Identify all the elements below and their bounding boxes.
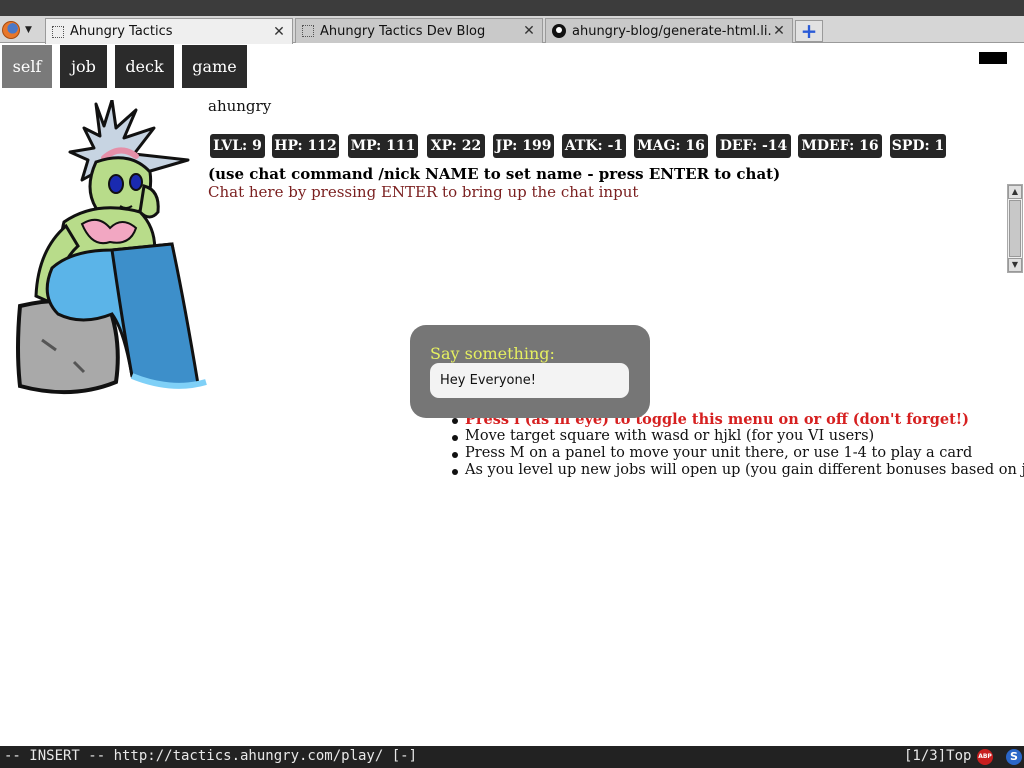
- status-mode-url: -- INSERT -- http://tactics.ahungry.com/…: [4, 748, 418, 764]
- tab-title: Ahungry Tactics: [70, 24, 173, 39]
- blank-page-icon: [52, 25, 64, 38]
- status-position: [1/3]Top: [904, 748, 972, 764]
- nav-deck-button[interactable]: deck: [115, 45, 174, 88]
- stat-badge: MAG: 16: [634, 134, 708, 158]
- browser-tab-github[interactable]: ahungry-blog/generate-html.li... ✕: [545, 18, 793, 43]
- chat-hint: (use chat command /nick NAME to set name…: [208, 165, 781, 183]
- tab-title: ahungry-blog/generate-html.li...: [572, 23, 772, 39]
- browser-tab-bar: ▼ Ahungry Tactics ✕ Ahungry Tactics Dev …: [0, 16, 1024, 44]
- stat-badge: DEF: -14: [716, 134, 791, 158]
- firefox-logo-icon: [2, 20, 20, 39]
- chat-scrollbar[interactable]: ▲ ▼: [1007, 184, 1023, 273]
- firefox-menu-button[interactable]: ▼: [2, 19, 40, 40]
- stat-badge: SPD: 1: [890, 134, 946, 158]
- stat-badge: LVL: 9: [210, 134, 265, 158]
- menu-arrow-icon: ▼: [25, 24, 32, 35]
- stat-badge: HP: 112: [272, 134, 339, 158]
- extension-s-icon[interactable]: S: [1006, 749, 1022, 765]
- help-tips-list: Press i (as in eye) to toggle this menu …: [452, 411, 1024, 479]
- browser-tab-dev-blog[interactable]: Ahungry Tactics Dev Blog ✕: [295, 18, 543, 43]
- stat-badge: XP: 22: [427, 134, 485, 158]
- scroll-up-icon[interactable]: ▲: [1008, 185, 1022, 199]
- list-item: Move target square with wasd or hjkl (fo…: [452, 428, 1024, 445]
- nav-game-button[interactable]: game: [182, 45, 247, 88]
- stat-badge: MP: 111: [348, 134, 418, 158]
- window-title-strip: [0, 0, 1024, 16]
- browser-tab-ahungry-tactics[interactable]: Ahungry Tactics ✕: [45, 18, 293, 44]
- tab-close-icon[interactable]: ✕: [522, 24, 536, 38]
- chat-input[interactable]: [430, 363, 629, 398]
- status-bar: -- INSERT -- http://tactics.ahungry.com/…: [0, 746, 1024, 768]
- scroll-down-icon[interactable]: ▼: [1008, 258, 1022, 272]
- chat-log-prompt: Chat here by pressing ENTER to bring up …: [208, 183, 639, 201]
- say-label: Say something:: [430, 344, 555, 363]
- say-something-dialog: Say something:: [410, 325, 650, 418]
- nav-self-button[interactable]: self: [2, 45, 52, 88]
- tab-title: Ahungry Tactics Dev Blog: [320, 23, 486, 39]
- tab-close-icon[interactable]: ✕: [772, 24, 786, 38]
- scroll-thumb[interactable]: [1009, 200, 1021, 257]
- stat-badge: JP: 199: [493, 134, 554, 158]
- tab-close-icon[interactable]: ✕: [272, 25, 286, 39]
- github-icon: [552, 24, 566, 38]
- new-tab-button[interactable]: +: [795, 20, 823, 42]
- nav-job-button[interactable]: job: [60, 45, 107, 88]
- player-name: ahungry: [208, 97, 272, 115]
- list-item: Press M on a panel to move your unit the…: [452, 445, 1024, 462]
- list-item: As you level up new jobs will open up (y…: [452, 462, 1024, 479]
- adblock-icon[interactable]: ABP: [977, 749, 993, 765]
- stat-badge: MDEF: 16: [798, 134, 882, 158]
- blank-page-icon: [302, 25, 314, 37]
- stat-badge: ATK: -1: [562, 134, 626, 158]
- corner-indicator: [979, 52, 1007, 64]
- player-avatar: [12, 98, 208, 398]
